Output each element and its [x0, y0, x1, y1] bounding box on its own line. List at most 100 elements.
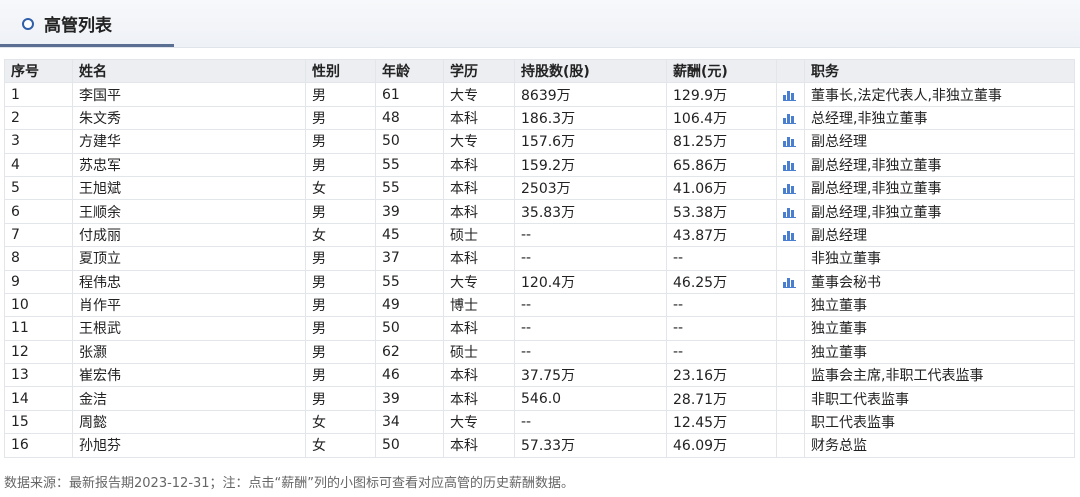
cell-no: 16: [4, 433, 73, 458]
cell-age: 50: [375, 316, 444, 341]
table-row: 14 金洁男 39 本科 546.0 28.71万 非职工代表监事: [4, 386, 1075, 411]
header-accent-bar: [0, 44, 174, 47]
cell-salary: 12.45万: [666, 409, 777, 435]
bar-chart-icon[interactable]: [783, 135, 797, 148]
cell-chart[interactable]: [776, 199, 805, 224]
bar-chart-icon[interactable]: [783, 276, 797, 288]
header-chart: [776, 58, 805, 84]
cell-no: 15: [4, 409, 73, 435]
cell-gender: 男: [305, 269, 376, 294]
table-row: 13 崔宏伟男 46 本科 37.75万 23.16万 监事会主席,非职工代表监事: [4, 363, 1075, 388]
cell-position: 副总经理,非独立董事: [804, 199, 1075, 224]
cell-chart[interactable]: [776, 129, 805, 154]
cell-shares: --: [514, 292, 667, 318]
table-row: 16 孙旭芬女 50 本科 57.33万 46.09万 财务总监: [4, 433, 1075, 458]
table-row: 10 肖作平男 49 博士 -- -- 独立董事: [4, 292, 1075, 318]
cell-name: 朱文秀: [72, 105, 306, 131]
cell-position: 副总经理,非独立董事: [804, 152, 1075, 177]
table-row: 11 王根武男 50 本科 -- -- 独立董事: [4, 316, 1075, 341]
cell-no: 3: [4, 129, 73, 154]
cell-age: 55: [375, 152, 444, 177]
cell-gender: 男: [305, 82, 376, 107]
bar-chart-icon[interactable]: [783, 89, 797, 101]
cell-chart[interactable]: [776, 175, 805, 201]
cell-shares: 186.3万: [514, 105, 667, 131]
cell-age: 34: [375, 409, 444, 435]
table-row: 5 王旭斌女 55 本科 2503万 41.06万 副总经理,非独立董事: [4, 175, 1075, 201]
cell-chart: [776, 292, 805, 318]
cell-salary: --: [666, 246, 777, 271]
bar-chart-icon[interactable]: [783, 112, 797, 124]
header-shares: 持股数(股): [514, 58, 667, 84]
cell-name: 苏忠军: [72, 152, 306, 177]
cell-name: 王旭斌: [72, 175, 306, 201]
cell-shares: 35.83万: [514, 199, 667, 224]
cell-age: 62: [375, 339, 444, 365]
cell-gender: 男: [305, 316, 376, 341]
cell-gender: 男: [305, 292, 376, 318]
table-row: 8 夏顶立男 37 本科 -- -- 非独立董事: [4, 246, 1075, 271]
cell-age: 55: [375, 269, 444, 294]
cell-salary: 129.9万: [666, 82, 777, 107]
cell-shares: 8639万: [514, 82, 667, 107]
cell-shares: --: [514, 246, 667, 271]
cell-salary: 28.71万: [666, 386, 777, 411]
cell-age: 50: [375, 433, 444, 458]
cell-chart[interactable]: [776, 152, 805, 177]
cell-age: 39: [375, 199, 444, 224]
cell-education: 本科: [443, 433, 515, 458]
cell-age: 46: [375, 363, 444, 388]
bar-chart-icon[interactable]: [783, 159, 797, 171]
cell-salary: 41.06万: [666, 175, 777, 201]
bar-chart-icon[interactable]: [783, 182, 797, 195]
cell-salary: 46.09万: [666, 433, 777, 458]
cell-position: 副总经理: [804, 129, 1075, 154]
cell-chart[interactable]: [776, 269, 805, 294]
table-row: 4 苏忠军男 55 本科 159.2万 65.86万 副总经理,非独立董事: [4, 152, 1075, 177]
cell-age: 39: [375, 386, 444, 411]
cell-position: 总经理,非独立董事: [804, 105, 1075, 131]
table-row: 1 李国平男 61 大专 8639万 129.9万 董事长,法定代表人,非独立董事: [4, 82, 1075, 107]
cell-name: 付成丽: [72, 222, 306, 248]
panel-title: 高管列表: [44, 16, 112, 36]
cell-salary: 46.25万: [666, 269, 777, 294]
cell-no: 12: [4, 339, 73, 365]
bar-chart-icon[interactable]: [783, 229, 797, 241]
cell-no: 11: [4, 316, 73, 341]
cell-salary: 106.4万: [666, 105, 777, 131]
cell-shares: --: [514, 409, 667, 435]
cell-education: 大专: [443, 82, 515, 107]
cell-no: 8: [4, 246, 73, 271]
cell-shares: 57.33万: [514, 433, 667, 458]
cell-chart[interactable]: [776, 105, 805, 131]
cell-name: 李国平: [72, 82, 306, 107]
cell-gender: 男: [305, 199, 376, 224]
cell-position: 职工代表监事: [804, 409, 1075, 435]
cell-gender: 女: [305, 409, 376, 435]
cell-education: 硕士: [443, 339, 515, 365]
table-row: 9 程伟忠男 55 大专 120.4万 46.25万 董事会秘书: [4, 269, 1075, 294]
cell-shares: 157.6万: [514, 129, 667, 154]
cell-gender: 女: [305, 175, 376, 201]
cell-age: 37: [375, 246, 444, 271]
cell-age: 55: [375, 175, 444, 201]
circle-bullet-icon: [22, 18, 34, 30]
cell-salary: --: [666, 339, 777, 365]
cell-chart: [776, 316, 805, 341]
header-salary: 薪酬(元): [666, 58, 777, 84]
cell-name: 肖作平: [72, 292, 306, 318]
cell-gender: 男: [305, 339, 376, 365]
cell-no: 7: [4, 222, 73, 248]
cell-gender: 男: [305, 129, 376, 154]
cell-education: 本科: [443, 175, 515, 201]
cell-gender: 男: [305, 105, 376, 131]
bar-chart-icon[interactable]: [783, 206, 797, 218]
cell-shares: 546.0: [514, 386, 667, 411]
table-header-row: 序号 姓名 性别 年龄 学历 持股数(股) 薪酬(元) 职务: [4, 58, 1075, 84]
cell-position: 监事会主席,非职工代表监事: [804, 363, 1075, 388]
cell-chart[interactable]: [776, 222, 805, 248]
cell-chart[interactable]: [776, 82, 805, 107]
cell-shares: 159.2万: [514, 152, 667, 177]
cell-name: 王顺余: [72, 199, 306, 224]
table-row: 7 付成丽女 45 硕士 -- 43.87万 副总经理: [4, 222, 1075, 248]
